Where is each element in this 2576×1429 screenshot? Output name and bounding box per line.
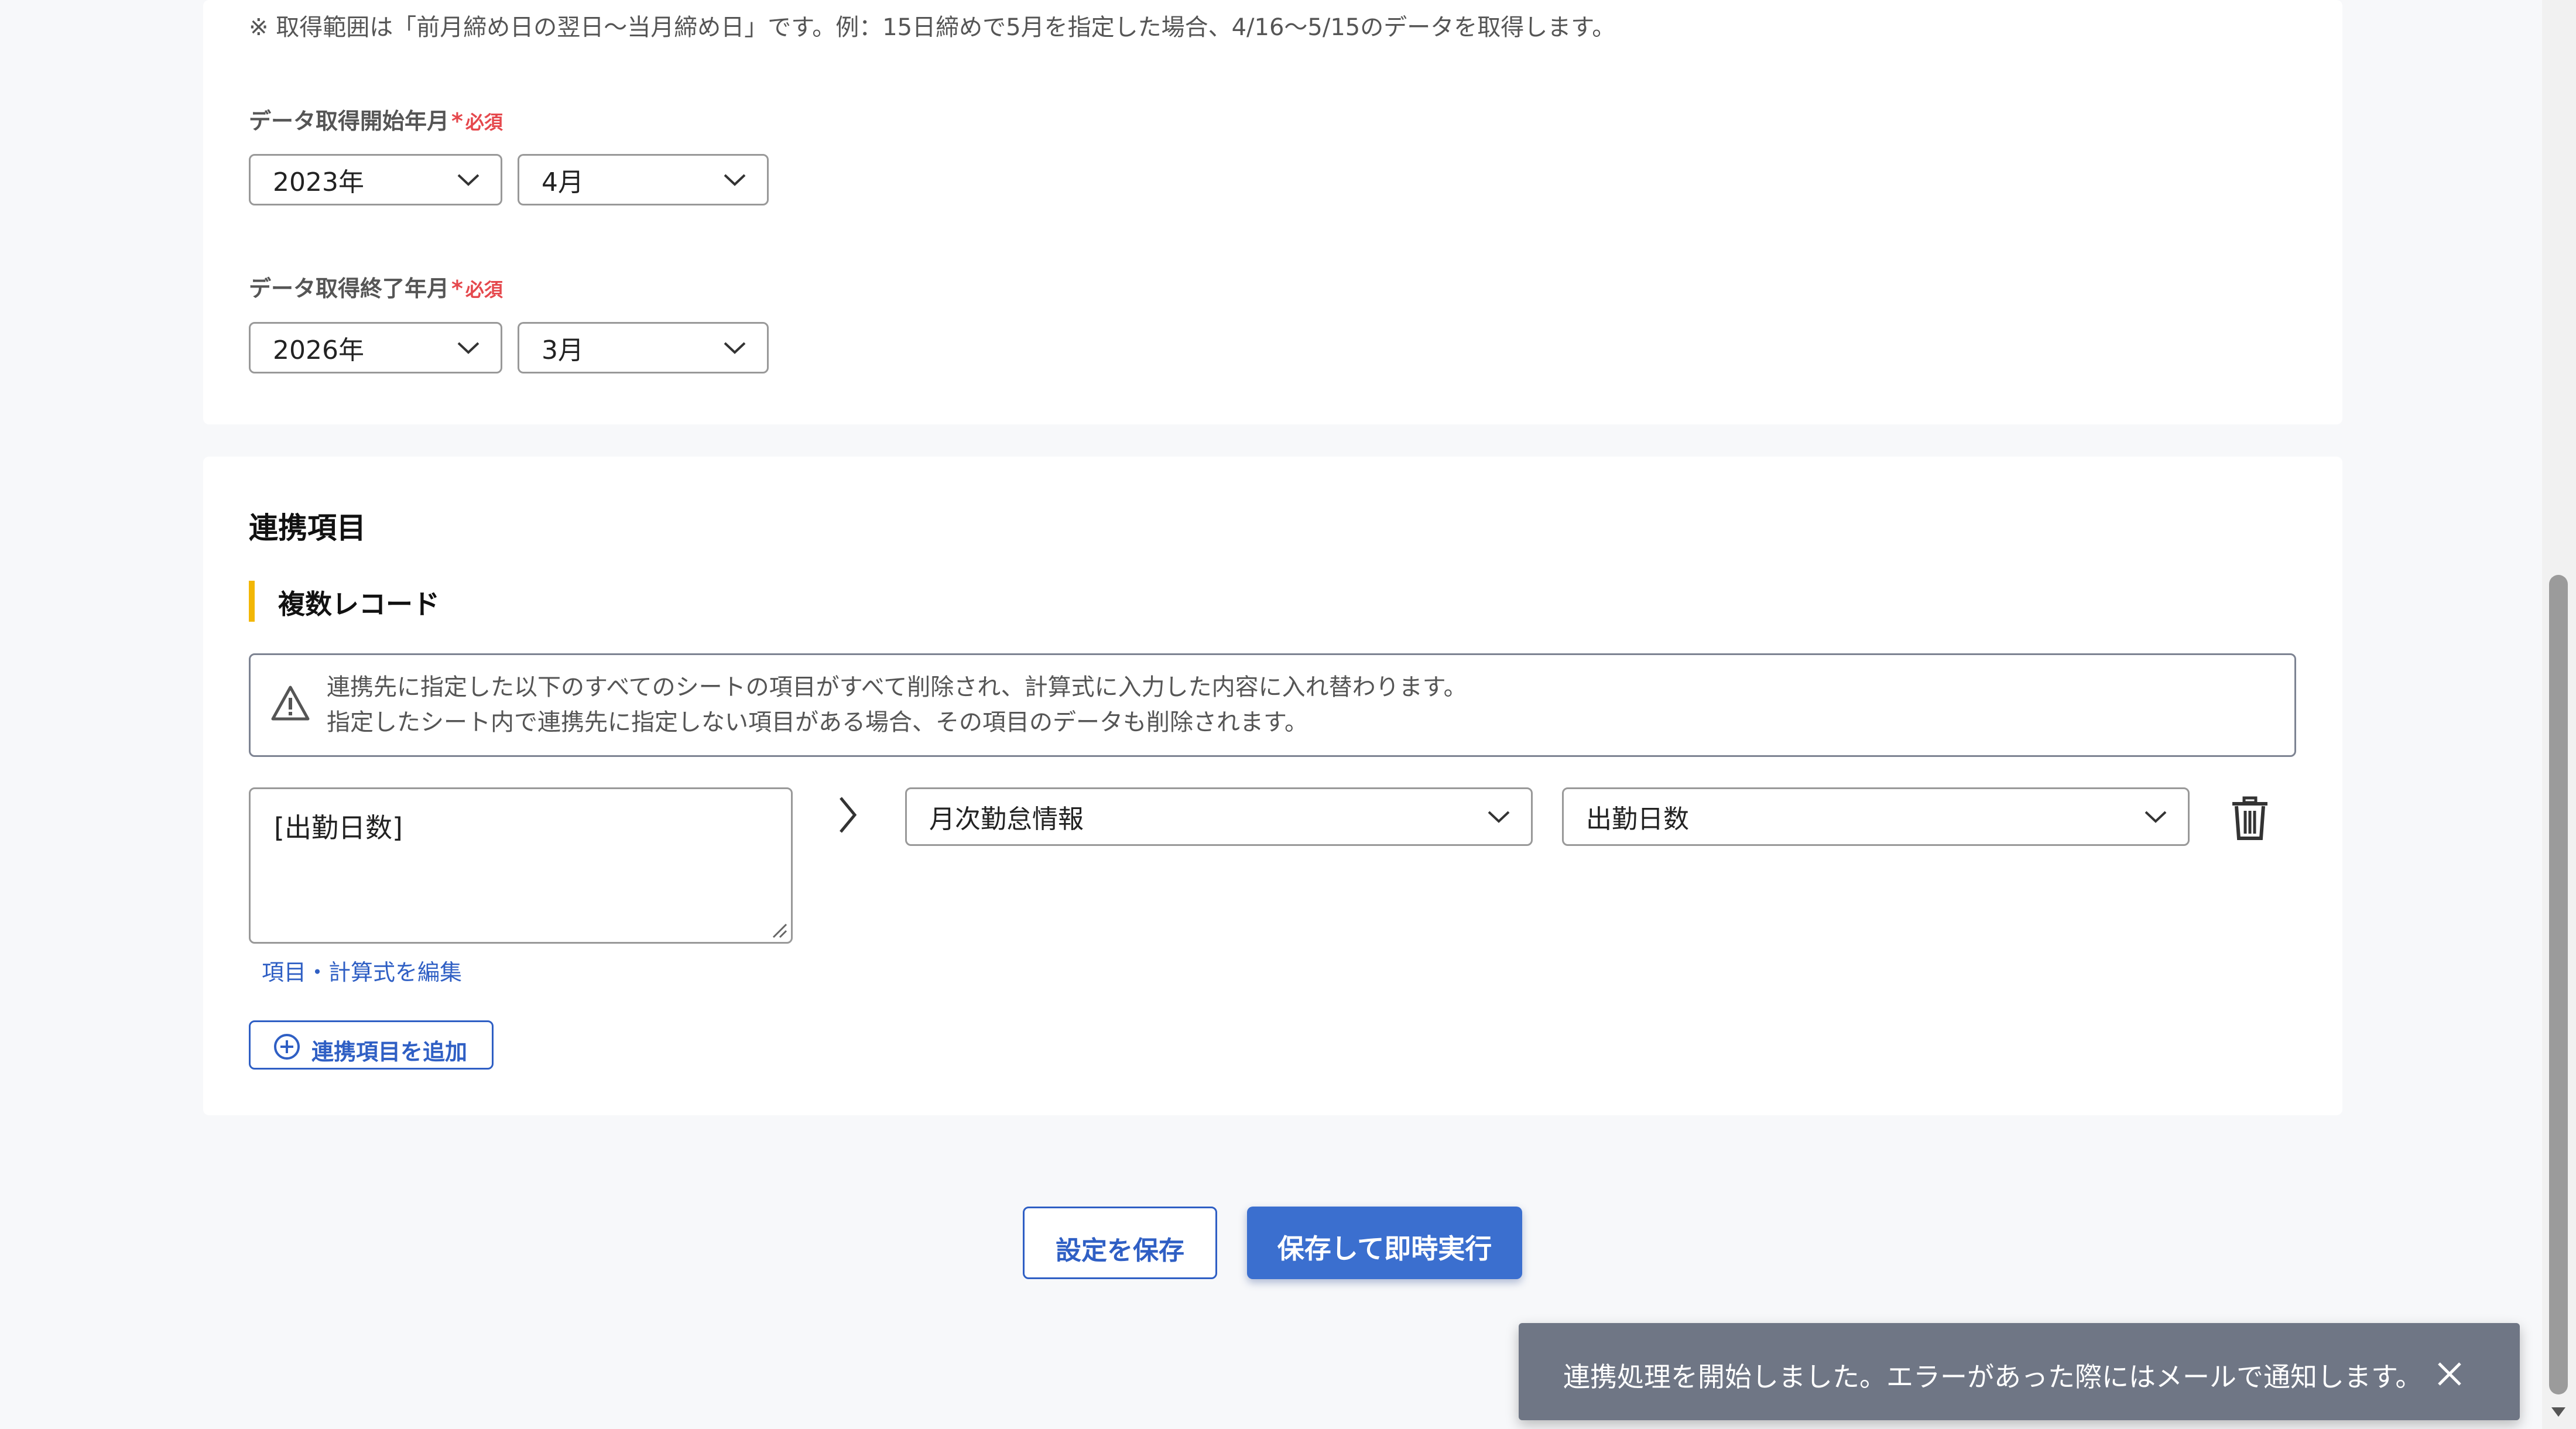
resize-handle-icon[interactable] xyxy=(771,922,787,938)
sheet-select[interactable]: 月次勤怠情報 xyxy=(905,787,1533,846)
formula-textarea[interactable]: [出勤日数] xyxy=(249,787,793,944)
end-month-value: 3月 xyxy=(542,335,584,365)
end-year-select[interactable]: 2026年 xyxy=(249,322,502,373)
end-label-row: データ取得終了年月 * 必須 xyxy=(249,270,503,303)
subsection-accent-bar xyxy=(249,581,255,622)
start-month-value: 4月 xyxy=(542,167,584,197)
range-note: ※ 取得範囲は「前月締め日の翌日〜当月締め日」です。例：15日締めで5月を指定し… xyxy=(249,14,1616,41)
add-item-button[interactable]: 連携項目を追加 xyxy=(249,1020,494,1070)
edit-formula-link[interactable]: 項目・計算式を編集 xyxy=(262,954,462,986)
required-star: * xyxy=(451,108,463,134)
section-title: 連携項目 xyxy=(249,511,366,545)
subsection-title: 複数レコード xyxy=(278,588,440,620)
save-and-run-button[interactable]: 保存して即時実行 xyxy=(1247,1207,1522,1279)
end-year-value: 2026年 xyxy=(273,335,364,365)
toast-message: 連携処理を開始しました。エラーがあった際にはメールで通知します。 xyxy=(1563,1361,2423,1393)
required-star: * xyxy=(451,276,463,301)
scrollbar-thumb[interactable] xyxy=(2549,575,2568,1394)
chevron-down-icon xyxy=(724,342,746,354)
required-text: 必須 xyxy=(465,111,503,133)
scroll-down-arrow-icon[interactable] xyxy=(2550,1405,2567,1419)
chevron-down-icon xyxy=(1488,811,1510,823)
chevron-down-icon xyxy=(2145,811,2167,823)
plus-circle-icon xyxy=(274,1034,300,1060)
start-label: データ取得開始年月 xyxy=(249,108,450,134)
start-year-value: 2023年 xyxy=(273,167,364,197)
sheet-value: 月次勤怠情報 xyxy=(929,804,1084,834)
close-icon[interactable] xyxy=(2435,1360,2464,1388)
warning-line-1: 連携先に指定した以下のすべてのシートの項目がすべて削除され、計算式に入力した内容… xyxy=(327,674,1467,701)
warning-line-2: 指定したシート内で連携先に指定しない項目がある場合、その項目のデータも削除されま… xyxy=(327,709,1308,736)
save-settings-button[interactable]: 設定を保存 xyxy=(1023,1207,1217,1279)
chevron-down-icon xyxy=(724,174,746,186)
save-settings-label: 設定を保存 xyxy=(1056,1236,1184,1266)
required-text: 必須 xyxy=(465,279,503,301)
trash-icon[interactable] xyxy=(2229,796,2270,841)
chevron-down-icon xyxy=(457,174,479,186)
formula-value: [出勤日数] xyxy=(274,812,403,844)
save-and-run-label: 保存して即時実行 xyxy=(1277,1233,1492,1264)
warning-triangle-icon xyxy=(271,686,310,721)
add-item-label: 連携項目を追加 xyxy=(311,1039,468,1065)
integration-items-panel xyxy=(203,457,2342,1115)
end-month-select[interactable]: 3月 xyxy=(518,322,769,373)
field-value: 出勤日数 xyxy=(1586,804,1689,834)
chevron-down-icon xyxy=(457,342,479,354)
field-select[interactable]: 出勤日数 xyxy=(1562,787,2190,846)
start-year-select[interactable]: 2023年 xyxy=(249,154,502,205)
start-label-row: データ取得開始年月 * 必須 xyxy=(249,103,503,135)
chevron-right-icon xyxy=(840,797,857,833)
warning-box: 連携先に指定した以下のすべてのシートの項目がすべて削除され、計算式に入力した内容… xyxy=(249,653,2296,757)
start-month-select[interactable]: 4月 xyxy=(518,154,769,205)
toast-notification: 連携処理を開始しました。エラーがあった際にはメールで通知します。 xyxy=(1519,1323,2520,1420)
end-label: データ取得終了年月 xyxy=(249,276,450,301)
